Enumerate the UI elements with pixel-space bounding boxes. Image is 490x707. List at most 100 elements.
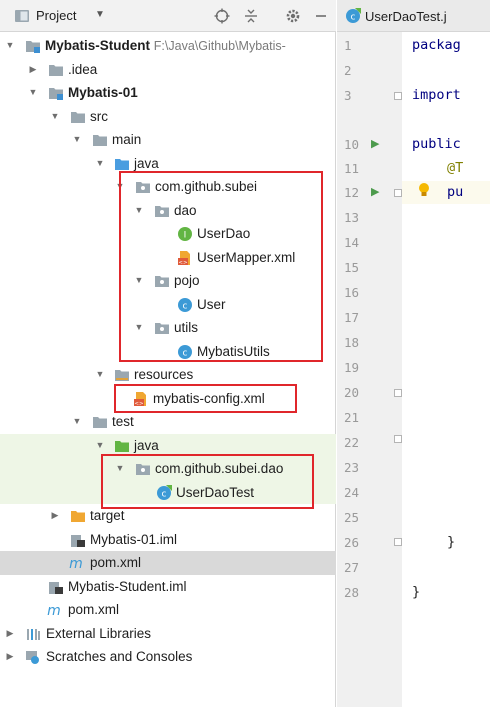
tree-row-external-libraries[interactable]: ▶ External Libraries xyxy=(0,622,336,646)
tree-label: pom.xml xyxy=(90,555,142,570)
chevron-down-icon[interactable]: ▼ xyxy=(28,87,38,97)
tree-label: Scratches and Consoles xyxy=(46,649,193,664)
fold-toggle-icon[interactable] xyxy=(394,538,402,546)
tree-label: resources xyxy=(134,367,194,382)
module-folder-icon xyxy=(26,41,40,53)
module-folder-icon xyxy=(49,88,63,100)
line-number: 2 xyxy=(344,63,352,78)
line-number: 22 xyxy=(344,435,360,450)
test-folder-icon xyxy=(115,440,129,452)
tree-row-pom-root[interactable]: m pom.xml xyxy=(0,598,336,622)
line-number: 3 xyxy=(344,88,352,103)
tree-row-root[interactable]: ▼ Mybatis-Student F:\Java\Github\Mybatis… xyxy=(0,34,336,58)
editor-tab[interactable]: c UserDaoTest.j xyxy=(337,0,490,32)
project-view-icon xyxy=(15,10,29,22)
scratches-icon xyxy=(26,651,39,664)
chevron-down-icon[interactable]: ▼ xyxy=(72,134,82,144)
chevron-right-icon[interactable]: ▶ xyxy=(50,510,60,520)
line-number: 10 xyxy=(344,137,360,152)
line-number: 14 xyxy=(344,235,360,250)
fold-toggle-icon[interactable] xyxy=(394,389,402,397)
tree-label: main xyxy=(112,132,142,147)
run-test-icon[interactable]: ▶ xyxy=(371,185,379,198)
tree-row-iml-root[interactable]: Mybatis-Student.iml xyxy=(0,575,336,599)
project-view-title[interactable]: Project xyxy=(36,8,76,23)
svg-text:c: c xyxy=(351,13,356,23)
line-number: 26 xyxy=(344,535,360,550)
tree-row-scratches[interactable]: ▶ Scratches and Consoles xyxy=(0,645,336,669)
tree-row-test[interactable]: ▼ test xyxy=(0,410,336,434)
project-panel-header: Project ▼ xyxy=(0,0,336,32)
tree-label: src xyxy=(90,108,108,124)
collapse-all-icon[interactable] xyxy=(243,8,259,24)
code-editor[interactable]: c UserDaoTest.j 1 2 3 10 11 12 13 14 15 … xyxy=(337,0,490,707)
fold-toggle-icon[interactable] xyxy=(394,92,402,100)
chevron-right-icon[interactable]: ▶ xyxy=(28,64,38,74)
code-line-12: pu xyxy=(447,184,464,200)
tree-row-module[interactable]: ▼ Mybatis-01 xyxy=(0,81,336,105)
svg-text:m: m xyxy=(47,603,61,618)
tree-label: Mybatis-01.iml xyxy=(90,531,178,547)
tree-row-idea[interactable]: ▶ .idea xyxy=(0,58,336,82)
chevron-down-icon[interactable]: ▼ xyxy=(95,9,105,20)
tree-label: .idea xyxy=(68,61,98,77)
tree-row-src[interactable]: ▼ src xyxy=(0,105,336,129)
locate-target-icon[interactable] xyxy=(214,8,230,24)
highlight-box-test-package xyxy=(101,454,314,509)
chevron-down-icon[interactable]: ▼ xyxy=(95,158,105,168)
tree-label: java xyxy=(134,437,159,453)
line-number: 16 xyxy=(344,285,360,300)
tree-label: External Libraries xyxy=(46,625,152,641)
tree-row-iml-module[interactable]: Mybatis-01.iml xyxy=(0,528,336,552)
line-number: 21 xyxy=(344,410,360,425)
line-number: 20 xyxy=(344,385,360,400)
maven-icon: m xyxy=(69,556,83,571)
line-number: 15 xyxy=(344,260,360,275)
tree-row-main[interactable]: ▼ main xyxy=(0,128,336,152)
chevron-down-icon[interactable]: ▼ xyxy=(50,111,60,121)
line-number: 1 xyxy=(344,38,352,53)
folder-icon xyxy=(71,111,85,123)
chevron-down-icon[interactable]: ▼ xyxy=(72,416,82,426)
highlight-box-main-package xyxy=(119,171,323,362)
folder-icon xyxy=(93,135,107,146)
svg-text:m: m xyxy=(69,556,83,571)
fold-toggle-icon[interactable] xyxy=(394,435,402,443)
fold-toggle-icon[interactable] xyxy=(394,189,402,197)
iml-file-icon xyxy=(49,581,63,594)
code-line-10: public xyxy=(412,136,461,152)
code-line-1: packag xyxy=(412,37,461,53)
excluded-folder-icon xyxy=(71,511,85,522)
run-test-icon[interactable]: ▶ xyxy=(371,137,379,150)
line-number: 27 xyxy=(344,560,360,575)
chevron-down-icon[interactable]: ▼ xyxy=(95,369,105,379)
gear-icon[interactable] xyxy=(285,8,301,24)
tree-label: Mybatis-Student F:\Java\Github\Mybatis- xyxy=(45,38,286,53)
line-number: 25 xyxy=(344,510,360,525)
line-number: 19 xyxy=(344,360,360,375)
chevron-down-icon[interactable]: ▼ xyxy=(5,40,15,50)
chevron-right-icon[interactable]: ▶ xyxy=(5,651,15,661)
folder-icon xyxy=(93,417,107,428)
tree-label: Mybatis-01 xyxy=(68,85,138,100)
source-folder-icon xyxy=(115,158,129,170)
chevron-right-icon[interactable]: ▶ xyxy=(5,628,15,638)
line-number: 28 xyxy=(344,585,360,600)
tree-label: java xyxy=(134,155,159,171)
tree-row-resources[interactable]: ▼ resources xyxy=(0,363,336,387)
lightbulb-icon[interactable] xyxy=(417,182,431,198)
editor-tab-label: UserDaoTest.j xyxy=(365,9,447,24)
tree-label: target xyxy=(90,508,125,523)
line-number: 18 xyxy=(344,335,360,350)
library-icon xyxy=(27,628,40,640)
line-number: 13 xyxy=(344,210,360,225)
line-number: 17 xyxy=(344,310,360,325)
code-line-3: import xyxy=(412,87,461,103)
hide-panel-icon[interactable] xyxy=(313,8,329,24)
maven-icon: m xyxy=(47,603,61,618)
chevron-down-icon[interactable]: ▼ xyxy=(95,440,105,450)
iml-file-icon xyxy=(71,534,85,547)
code-line-11: @T xyxy=(447,160,464,176)
tree-row-pom-module[interactable]: m pom.xml xyxy=(0,551,336,575)
test-class-icon: c xyxy=(346,8,361,23)
